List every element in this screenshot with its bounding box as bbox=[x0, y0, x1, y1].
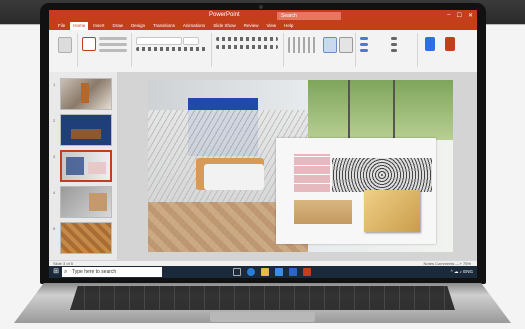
reset-icon[interactable] bbox=[99, 43, 127, 46]
ribbon-group-editing bbox=[357, 33, 418, 67]
font-format-icons[interactable] bbox=[136, 47, 206, 51]
laptop-keyboard bbox=[70, 286, 455, 310]
select-icon[interactable] bbox=[391, 49, 397, 52]
new-slide-icon[interactable] bbox=[82, 37, 96, 51]
tab-draw[interactable]: Draw bbox=[110, 22, 127, 30]
laptop-screen: PowerPoint Search – ☐ ✕ File Home Insert… bbox=[49, 10, 477, 278]
terrazzo-swatch bbox=[332, 158, 432, 192]
slide-thumbnail[interactable] bbox=[60, 186, 112, 218]
current-slide[interactable] bbox=[148, 80, 453, 252]
ribbon-group-font bbox=[133, 33, 212, 67]
designer-icon[interactable] bbox=[445, 37, 455, 51]
ribbon-group-drawing bbox=[285, 33, 356, 67]
section-icon[interactable] bbox=[99, 49, 127, 52]
slide-number: 5 bbox=[53, 226, 56, 231]
slide-thumbnails-pane[interactable]: 1 2 3 4 5 bbox=[49, 72, 118, 260]
slide-thumbnail[interactable] bbox=[60, 222, 112, 254]
shapes-gallery-icon[interactable] bbox=[288, 37, 318, 53]
shape-outline-icon[interactable] bbox=[360, 43, 368, 46]
slide-editing-area[interactable] bbox=[118, 72, 477, 260]
shape-effects-icon[interactable] bbox=[360, 49, 368, 52]
taskbar-search-placeholder: Type here to search bbox=[72, 269, 117, 275]
shape-fill-icon[interactable] bbox=[360, 37, 368, 40]
slide-number: 4 bbox=[53, 190, 56, 195]
find-icon[interactable] bbox=[391, 37, 397, 40]
replace-icon[interactable] bbox=[391, 43, 397, 46]
ribbon-tabs: File Home Insert Draw Design Transitions… bbox=[49, 22, 477, 30]
ribbon-group-voice bbox=[419, 33, 473, 67]
slide-thumbnail-selected[interactable] bbox=[60, 150, 112, 182]
window-title: PowerPoint bbox=[209, 12, 240, 18]
task-view-icon[interactable] bbox=[233, 268, 241, 276]
pink-tiles-swatch bbox=[294, 154, 330, 192]
window-controls: – ☐ ✕ bbox=[447, 12, 473, 19]
tab-transitions[interactable]: Transitions bbox=[150, 22, 178, 30]
window-view-image bbox=[308, 80, 453, 140]
slide-thumbnail[interactable] bbox=[60, 78, 112, 110]
align-icons[interactable] bbox=[216, 45, 278, 49]
slide-number: 1 bbox=[53, 82, 56, 87]
font-size-dropdown[interactable] bbox=[183, 37, 199, 45]
edge-icon[interactable] bbox=[247, 268, 255, 276]
quick-styles-icon[interactable] bbox=[339, 37, 353, 53]
tab-animations[interactable]: Animations bbox=[180, 22, 208, 30]
laptop-trackpad bbox=[210, 312, 315, 322]
laptop-lid: PowerPoint Search – ☐ ✕ File Home Insert… bbox=[40, 3, 486, 284]
window-frame bbox=[348, 80, 350, 140]
webcam bbox=[259, 5, 263, 9]
brass-swatch bbox=[364, 190, 420, 232]
window-frame bbox=[393, 80, 395, 140]
arrange-icon[interactable] bbox=[323, 37, 337, 53]
slide-thumbnail[interactable] bbox=[60, 114, 112, 146]
wood-block-swatch bbox=[294, 200, 352, 224]
maximize-button[interactable]: ☐ bbox=[457, 12, 462, 19]
layout-icon[interactable] bbox=[99, 37, 127, 40]
powerpoint-icon[interactable] bbox=[303, 268, 311, 276]
tab-help[interactable]: Help bbox=[281, 22, 296, 30]
ribbon-group-paragraph bbox=[213, 33, 284, 67]
slide-number: 2 bbox=[53, 118, 56, 123]
windows-taskbar: ⊞ ⌕ Type here to search ^ ☁ ♪ ENG bbox=[49, 266, 477, 278]
list-icons[interactable] bbox=[216, 37, 278, 41]
file-explorer-icon[interactable] bbox=[261, 268, 269, 276]
bed-linen-image bbox=[204, 164, 264, 190]
tab-insert[interactable]: Insert bbox=[90, 22, 107, 30]
material-moodboard bbox=[276, 138, 436, 244]
slide-number: 3 bbox=[53, 154, 56, 159]
mail-icon[interactable] bbox=[289, 268, 297, 276]
ribbon bbox=[49, 30, 477, 73]
tab-slide-show[interactable]: Slide Show bbox=[210, 22, 239, 30]
font-name-dropdown[interactable] bbox=[136, 37, 182, 45]
tab-home[interactable]: Home bbox=[70, 22, 89, 30]
tab-view[interactable]: View bbox=[263, 22, 279, 30]
title-bar: PowerPoint Search – ☐ ✕ bbox=[49, 10, 477, 22]
store-icon[interactable] bbox=[275, 268, 283, 276]
paste-icon[interactable] bbox=[58, 37, 72, 53]
taskbar-search-box[interactable]: ⌕ Type here to search bbox=[62, 267, 162, 277]
search-icon: ⌕ bbox=[64, 269, 68, 275]
tab-file[interactable]: File bbox=[55, 22, 68, 30]
system-tray[interactable]: ^ ☁ ♪ ENG bbox=[451, 266, 473, 278]
ribbon-group-slides bbox=[79, 33, 132, 67]
close-button[interactable]: ✕ bbox=[468, 12, 473, 19]
title-search-box[interactable]: Search bbox=[277, 12, 341, 20]
dictate-icon[interactable] bbox=[425, 37, 435, 51]
ribbon-group-clipboard bbox=[51, 33, 78, 67]
minimize-button[interactable]: – bbox=[447, 12, 450, 19]
tab-design[interactable]: Design bbox=[128, 22, 148, 30]
windows-icon[interactable]: ⊞ bbox=[52, 268, 60, 276]
tab-review[interactable]: Review bbox=[241, 22, 262, 30]
